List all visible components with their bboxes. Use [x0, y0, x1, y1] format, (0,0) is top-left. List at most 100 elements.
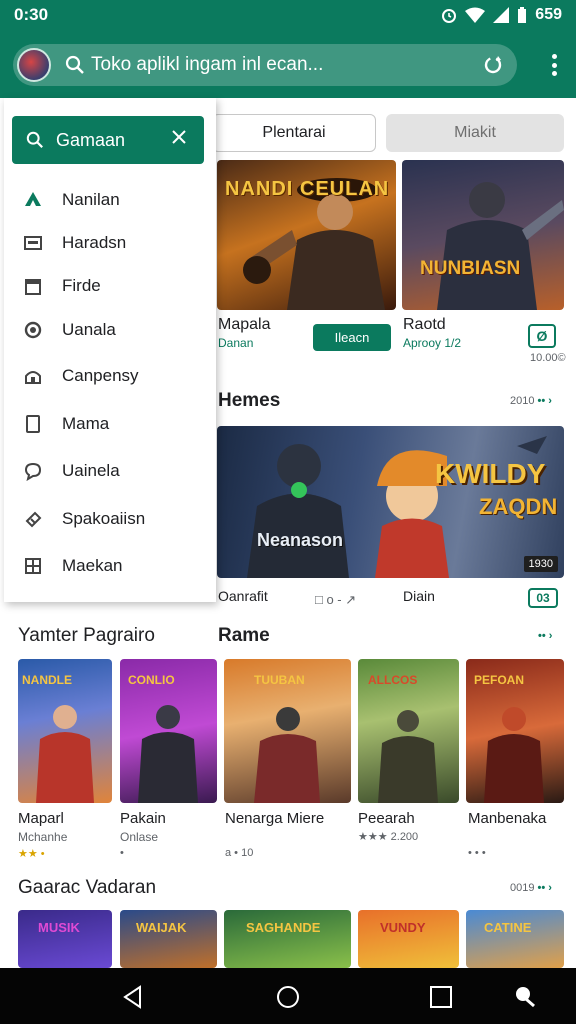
game-card-1-image[interactable]: NANDLE — [18, 659, 112, 803]
drawer-item-5[interactable]: Canpensy — [22, 356, 212, 396]
status-time: 0:30 — [14, 5, 49, 24]
banner-art-text-2: ZAQDN — [479, 494, 558, 519]
section-heroes-arrow: •• › — [537, 395, 552, 407]
bottom-card-4-image[interactable]: VUNDY — [358, 910, 459, 968]
featured-card-1-sub: Danan — [218, 336, 254, 350]
banner-art-text-3: Neanason — [257, 530, 344, 550]
section-heroes-title: Hemes — [218, 390, 281, 411]
apps-icon — [22, 232, 44, 254]
game-5-rating: • • • — [468, 847, 486, 859]
back-icon[interactable] — [120, 984, 146, 1010]
game-card-5-image[interactable]: PEFOAN — [466, 659, 564, 803]
library-icon — [22, 413, 44, 435]
home-icon[interactable] — [275, 984, 301, 1010]
bottom-card-3-image[interactable]: SAGHANDE — [224, 910, 351, 968]
featured-card-2-image[interactable]: NUNBIASN — [402, 160, 564, 310]
banner-image[interactable]: KWILDY ZAQDN Neanason 1930 — [217, 426, 564, 578]
drawer-item-9[interactable]: Maekan — [22, 546, 212, 586]
close-icon[interactable] — [170, 128, 188, 146]
avatar[interactable] — [17, 48, 51, 82]
drawer-item-1[interactable]: Nanilan — [22, 180, 212, 220]
drawer-item-4[interactable]: Uanala — [22, 310, 212, 350]
drawer-search-label: Gamaan — [56, 129, 126, 150]
signal-icon — [493, 7, 510, 23]
drawer-item-8[interactable]: Spakoaiisn — [22, 499, 212, 539]
search-bar[interactable]: Toko aplikl ingam inl ecan... — [13, 44, 517, 86]
chip-filter-1[interactable]: Plentarai — [212, 114, 376, 152]
drawer-item-2[interactable]: Haradsn — [22, 223, 212, 263]
drawer-item-label: Uanala — [62, 320, 116, 339]
drawer-item-label: Spakoaiisn — [62, 509, 146, 528]
game-card-4-art-text: ALLCOS — [368, 673, 418, 687]
drawer-item-6[interactable]: Mama — [22, 404, 212, 444]
drawer-item-label: Firde — [62, 276, 101, 295]
featured-card-2-install-button[interactable]: Ø — [528, 324, 556, 348]
banner-left-title: Oanrafit — [218, 588, 268, 604]
banner-badge: 1930 — [523, 556, 558, 572]
featured-card-1-image[interactable]: NANDI CEULAN — [217, 160, 396, 310]
warrior-art — [437, 182, 564, 310]
drawer-item-3[interactable]: Firde — [22, 266, 212, 306]
banner-mid-meta: □ o - ↗ — [315, 592, 357, 607]
game-3-rating: a • 10 — [225, 847, 254, 859]
wifi-icon — [465, 7, 486, 23]
game-card-4-image[interactable]: ALLCOS — [358, 659, 459, 803]
game-card-2-image[interactable]: CONLIO — [120, 659, 217, 803]
chat-icon — [22, 460, 44, 482]
bottom-card-4-art-text: VUNDY — [380, 920, 426, 935]
refresh-icon[interactable] — [481, 53, 505, 77]
game-card-1-art-text: NANDLE — [22, 673, 72, 687]
bottom-card-5-image[interactable]: CATINE — [466, 910, 564, 968]
featured-card-1-install-button[interactable]: Ileacn — [313, 324, 391, 351]
section-heroes-more[interactable]: 2010 •• › — [510, 395, 552, 407]
status-icons: 659 — [441, 6, 562, 24]
game-2-name: Pakain — [120, 810, 166, 827]
section-popular-left-title: Yamter Pagrairo — [18, 625, 155, 646]
section-3-arrow: •• › — [537, 882, 552, 894]
section-3-more[interactable]: 0019 •• › — [510, 882, 552, 894]
system-nav-bar — [0, 968, 576, 1024]
bottom-card-2-image[interactable]: WAIJAK — [120, 910, 217, 968]
recents-icon[interactable] — [428, 984, 454, 1010]
account-icon — [22, 365, 44, 387]
bottom-card-3-art-text: SAGHANDE — [246, 920, 321, 935]
grid-icon — [22, 555, 44, 577]
drawer-item-7[interactable]: Uainela — [22, 451, 212, 491]
status-bar: 0:30 659 — [0, 0, 576, 30]
featured-card-2-sub: Aprooy 1/2 — [403, 336, 462, 350]
game-4-rating: ★★★ 2.200 — [358, 831, 419, 843]
drawer-item-label: Maekan — [62, 556, 123, 575]
chip-filter-2[interactable]: Miakit — [386, 114, 564, 152]
bottom-card-1-art-text: MUSIK — [38, 920, 80, 935]
drawer-item-label: Canpensy — [62, 366, 139, 385]
drawer-item-label: Nanilan — [62, 190, 120, 209]
game-4-name: Peearah — [358, 810, 415, 827]
alarm-icon — [442, 9, 457, 23]
game-card-2-art-text: CONLIO — [128, 673, 175, 687]
offers-icon — [22, 508, 44, 530]
section-popular-arrow: •• › — [538, 630, 553, 642]
game-2-rating: • — [120, 847, 124, 859]
game-card-5-art-text: PEFOAN — [474, 673, 525, 687]
books-icon — [22, 319, 44, 341]
featured-card-1-art-text: NANDI CEULAN — [225, 178, 390, 200]
bottom-card-2-art-text: WAIJAK — [136, 920, 187, 935]
featured-card-2-art-text: NUNBIASN — [420, 258, 521, 279]
drawer-search-field[interactable]: Gamaan — [12, 116, 204, 164]
bottom-card-1-image[interactable]: MUSIK — [18, 910, 112, 968]
assistant-icon[interactable] — [512, 984, 538, 1010]
more-options-icon[interactable] — [552, 54, 558, 76]
game-1-rating: ★★ • — [18, 848, 45, 860]
bottom-card-5-art-text: CATINE — [484, 920, 532, 935]
featured-card-2-meta: 10.00© — [530, 352, 566, 364]
game-card-3-image[interactable]: TUUBAN — [224, 659, 351, 803]
drawer-item-label: Uainela — [62, 461, 120, 480]
game-3-name: Nenarga Miere — [225, 810, 325, 827]
banner-right-title: Diain — [403, 588, 435, 604]
drawer-search-icon — [26, 131, 43, 148]
game-1-dev: Mchanhe — [18, 830, 68, 844]
movies-icon — [22, 275, 44, 297]
battery-icon — [518, 7, 527, 23]
banner-install-button[interactable]: 03 — [528, 588, 558, 608]
section-popular-more[interactable]: •• › — [538, 630, 552, 642]
